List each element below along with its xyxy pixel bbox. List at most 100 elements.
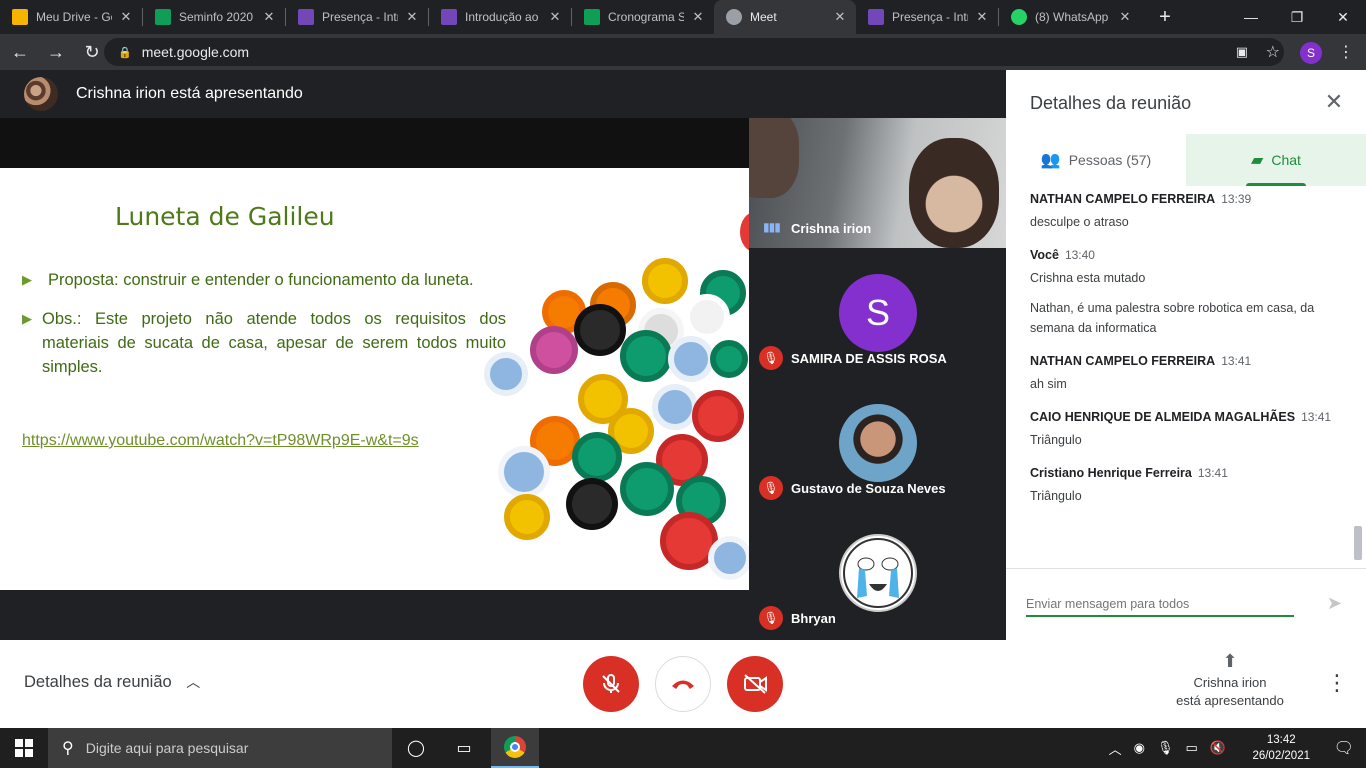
google-forms-icon	[868, 9, 884, 25]
url-text: meet.google.com	[141, 44, 250, 60]
chat-time: 13:41	[1301, 410, 1332, 424]
volume-muted-icon[interactable]: 🔇	[1210, 740, 1226, 756]
network-icon[interactable]: ▭	[1186, 740, 1198, 756]
leave-call-button[interactable]	[655, 656, 711, 712]
chevron-up-icon: ︿	[186, 674, 201, 690]
profile-avatar[interactable]: S	[1300, 42, 1322, 64]
search-icon: ⚲	[62, 740, 74, 757]
camera-blocked-icon[interactable]: ▣	[1236, 44, 1248, 60]
close-tab-icon[interactable]: ✕	[974, 9, 990, 25]
close-tab-icon[interactable]: ✕	[832, 9, 848, 25]
taskbar-clock[interactable]: 13:42 26/02/2021	[1252, 732, 1310, 764]
slide-youtube-link[interactable]: https://www.youtube.com/watch?v=tP98WRp9…	[22, 432, 419, 450]
tab-title: (8) WhatsApp	[1035, 10, 1109, 24]
close-icon[interactable]: ✕	[1320, 88, 1348, 116]
participant-avatar	[839, 404, 917, 482]
windows-start-button[interactable]	[0, 728, 48, 768]
browser-tab[interactable]: (8) WhatsApp ✕	[999, 0, 1141, 34]
microphone-icon[interactable]: 🎙	[1157, 740, 1174, 756]
browser-tab[interactable]: Meet ✕	[714, 0, 856, 34]
presenting-line-2: está apresentando	[1176, 693, 1284, 708]
tab-title: Presença - Intr	[892, 10, 968, 24]
meeting-details-button[interactable]: Detalhes da reunião ︿	[24, 672, 200, 692]
close-tab-icon[interactable]: ✕	[547, 9, 563, 25]
chat-text: Crishna esta mutado	[1030, 271, 1146, 285]
browser-toolbar: ← → ↻ 🔒 meet.google.com ▣ ☆ S ⋮	[0, 34, 1366, 70]
bottle-caps-image	[470, 208, 749, 590]
clock-time: 13:42	[1266, 734, 1296, 746]
presenter-avatar	[24, 77, 58, 111]
participant-tile[interactable]: ▮▮▮ Crishna irion	[749, 118, 1006, 248]
taskbar-search[interactable]: ⚲ Digite aqui para pesquisar	[48, 728, 392, 768]
meeting-details-label: Detalhes da reunião	[24, 673, 172, 691]
meet-tray-icon[interactable]: ◉	[1134, 740, 1145, 756]
browser-tab[interactable]: Introdução ao ✕	[429, 0, 571, 34]
tab-people-label: Pessoas (57)	[1068, 152, 1152, 168]
tab-chat[interactable]: ▰ Chat	[1186, 134, 1366, 186]
presenting-button[interactable]: ⬆ Crishna irion está apresentando	[1160, 652, 1300, 710]
chat-time: 13:39	[1221, 192, 1252, 206]
chat-messages: NATHAN CAMPELO FERREIRA 13:39 desculpe o a…	[1006, 188, 1366, 568]
chat-scrollbar[interactable]	[1354, 526, 1362, 560]
chat-message-header: NATHAN CAMPELO FERREIRA 13:41	[1030, 354, 1342, 368]
tabs-container: Meu Drive - Go ✕ Seminfo 2020 ✕ Presença - I…	[0, 0, 1141, 34]
maximize-button[interactable]: ❐	[1274, 0, 1320, 34]
close-window-button[interactable]: ✕	[1320, 0, 1366, 34]
camera-off-icon	[744, 674, 767, 694]
globe-icon	[726, 9, 742, 25]
browser-tab[interactable]: Presença - Intr ✕	[856, 0, 998, 34]
participant-tile[interactable]: S 🎙 SAMIRA DE ASSIS ROSA	[749, 248, 1006, 378]
tab-title: Meet	[750, 10, 777, 24]
more-options-icon[interactable]: ⋮	[1326, 670, 1348, 696]
participant-tile[interactable]: 🎙 Gustavo de Souza Neves	[749, 378, 1006, 508]
microphone-toggle-button[interactable]	[583, 656, 639, 712]
mic-off-icon: 🎙	[759, 476, 783, 500]
chrome-icon	[504, 736, 526, 758]
chat-message: CAIO HENRIQUE DE ALMEIDA MAGALHÃES 13:41 T…	[1030, 410, 1342, 450]
tab-title: Seminfo 2020	[179, 10, 254, 24]
back-button[interactable]: ←	[4, 36, 36, 68]
clock-date: 26/02/2021	[1252, 750, 1310, 762]
chat-message: NATHAN CAMPELO FERREIRA 13:41 ah sim	[1030, 354, 1342, 394]
chat-message-header: CAIO HENRIQUE DE ALMEIDA MAGALHÃES 13:41	[1030, 410, 1342, 424]
chat-input[interactable]	[1026, 593, 1294, 617]
minimize-button[interactable]: —	[1228, 0, 1274, 34]
google-forms-icon	[441, 9, 457, 25]
mic-off-icon: 🎙	[759, 606, 783, 630]
close-tab-icon[interactable]: ✕	[404, 9, 420, 25]
slide-title: Luneta de Galileu	[115, 202, 335, 231]
participant-tile[interactable]: 🎙 Bhryan	[749, 508, 1006, 638]
bookmark-star-icon[interactable]: ☆	[1266, 42, 1280, 62]
close-tab-icon[interactable]: ✕	[1117, 9, 1133, 25]
meeting-details-panel: Detalhes da reunião ✕ 👥 Pessoas (57) ▰ C…	[1006, 70, 1366, 640]
forward-button[interactable]: →	[40, 36, 72, 68]
address-bar[interactable]: 🔒 meet.google.com	[104, 38, 1284, 66]
tab-people[interactable]: 👥 Pessoas (57)	[1006, 134, 1186, 186]
browser-tab[interactable]: Presença - Intr ✕	[286, 0, 428, 34]
chat-message-header: Você 13:40	[1030, 248, 1342, 262]
send-icon[interactable]: ➤	[1327, 593, 1342, 614]
cortana-icon[interactable]: ◯	[392, 728, 440, 768]
lock-icon: 🔒	[118, 46, 132, 59]
close-tab-icon[interactable]: ✕	[261, 9, 277, 25]
browser-tab[interactable]: Seminfo 2020 ✕	[143, 0, 285, 34]
new-tab-button[interactable]: +	[1151, 0, 1179, 34]
camera-toggle-button[interactable]	[727, 656, 783, 712]
participant-avatar: S	[839, 274, 917, 352]
chat-text: Triângulo	[1030, 489, 1082, 503]
notifications-icon[interactable]: 🗨	[1334, 738, 1354, 758]
close-tab-icon[interactable]: ✕	[118, 9, 134, 25]
task-view-icon[interactable]: ▭	[440, 728, 488, 768]
chat-time: 13:40	[1064, 248, 1095, 262]
hang-up-icon	[672, 680, 694, 689]
close-tab-icon[interactable]: ✕	[690, 9, 706, 25]
browser-tab[interactable]: Cronograma S ✕	[572, 0, 714, 34]
browser-tab[interactable]: Meu Drive - Go ✕	[0, 0, 142, 34]
chat-message-header: Cristiano Henrique Ferreira 13:41	[1030, 466, 1342, 480]
tab-title: Introdução ao	[465, 10, 539, 24]
bullet-2-text: Obs.: Este projeto não atende todos os r…	[42, 310, 506, 376]
chevron-up-icon[interactable]: ︿	[1109, 739, 1122, 758]
chat-message: NATHAN CAMPELO FERREIRA 13:39 desculpe o a…	[1030, 192, 1342, 232]
browser-menu-icon[interactable]: ⋮	[1338, 42, 1354, 62]
chrome-taskbar-button[interactable]	[491, 728, 539, 768]
